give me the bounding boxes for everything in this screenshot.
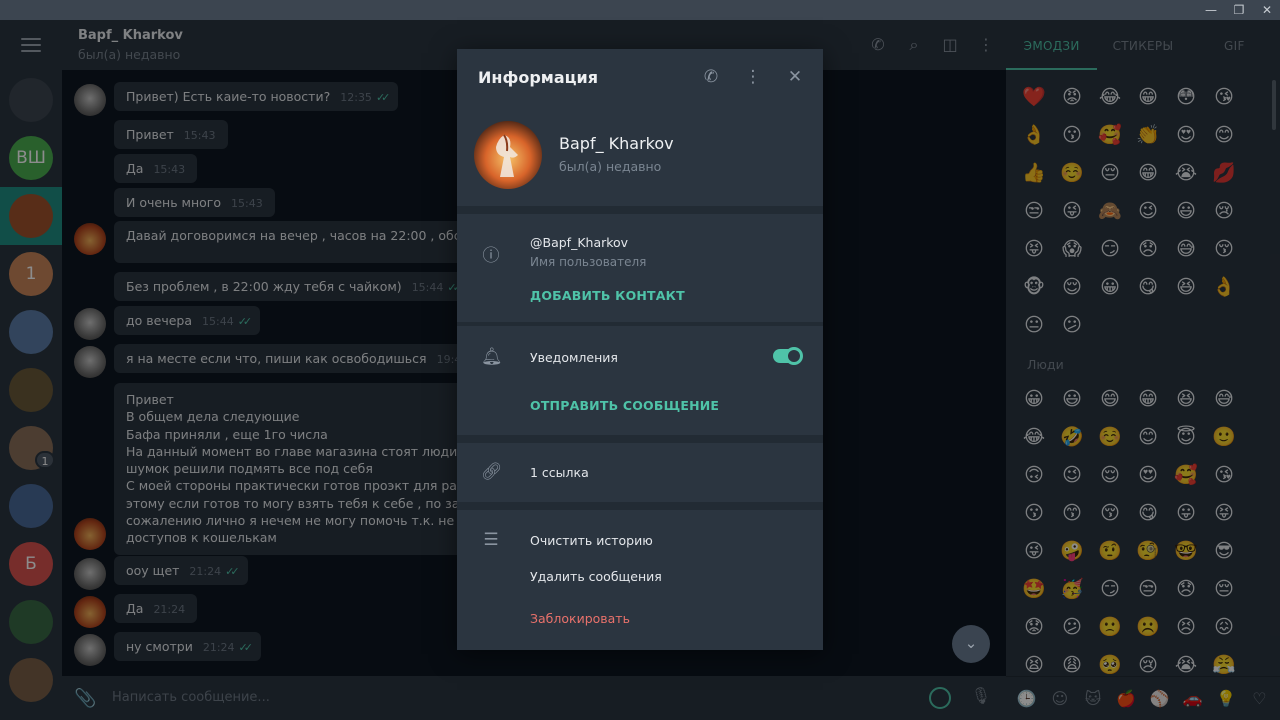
delete-messages-button[interactable]: Удалить сообщения xyxy=(530,569,662,584)
window-titlebar: — ❐ ✕ xyxy=(0,0,1280,20)
bell-icon: 🔔︎ xyxy=(481,347,503,367)
shared-links[interactable]: 1 ссылка xyxy=(530,465,589,480)
minimize-icon[interactable]: — xyxy=(1204,2,1218,18)
notifications-toggle[interactable] xyxy=(773,347,803,365)
section-divider xyxy=(457,322,823,326)
block-button[interactable]: Заблокировать xyxy=(530,611,630,626)
close-window-icon[interactable]: ✕ xyxy=(1260,2,1274,18)
link-icon: 🔗︎ xyxy=(481,462,503,482)
send-message-button[interactable]: ОТПРАВИТЬ СООБЩЕНИЕ xyxy=(530,398,719,413)
window-controls: — ❐ ✕ xyxy=(1204,2,1274,18)
section-divider xyxy=(457,502,823,510)
profile-status: был(а) недавно xyxy=(559,159,662,174)
add-contact-button[interactable]: ДОБАВИТЬ КОНТАКТ xyxy=(530,288,685,303)
modal-more-icon[interactable]: ⋮ xyxy=(743,67,763,87)
call-icon[interactable]: ✆ xyxy=(701,67,721,87)
scroll-down-button[interactable]: ⌄ xyxy=(952,625,990,663)
username[interactable]: @Bapf_Kharkov xyxy=(530,235,628,250)
clear-history-button[interactable]: Очистить историю xyxy=(530,533,653,548)
profile-name: Bapf_ Kharkov xyxy=(559,134,674,153)
profile-avatar[interactable] xyxy=(474,121,542,189)
notifications-label: Уведомления xyxy=(530,350,618,365)
restore-icon[interactable]: ❐ xyxy=(1232,2,1246,18)
list-icon: ☰ xyxy=(483,530,499,550)
section-divider xyxy=(457,435,823,443)
info-modal: Информация ✆ ⋮ ✕ Bapf_ Kharkov был(а) не… xyxy=(457,49,823,650)
section-divider xyxy=(457,206,823,214)
username-label: Имя пользователя xyxy=(530,255,647,269)
info-icon: ⓘ xyxy=(482,246,500,266)
modal-title: Информация xyxy=(478,68,598,87)
modal-close-icon[interactable]: ✕ xyxy=(785,67,805,87)
